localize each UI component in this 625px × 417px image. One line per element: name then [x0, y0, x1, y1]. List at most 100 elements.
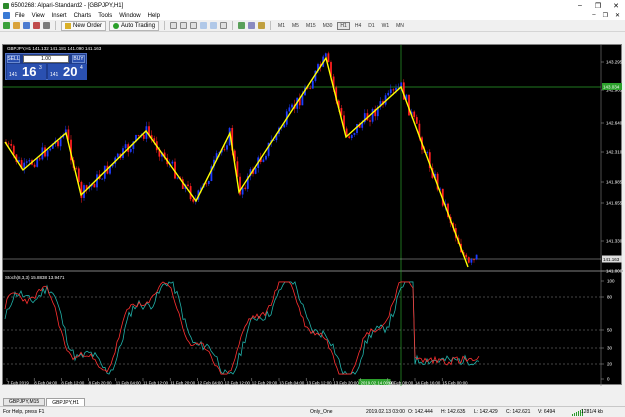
- close-button[interactable]: ✕: [607, 0, 625, 11]
- time-tick-label: 7 Feb 2019: [7, 381, 29, 386]
- tf-d1[interactable]: D1: [366, 23, 376, 29]
- candlestick-icon[interactable]: [180, 22, 188, 29]
- sell-price-pips: 16: [22, 64, 37, 79]
- navigator-icon[interactable]: [43, 22, 50, 29]
- time-tick-label: 12 Feb 20:00: [252, 381, 278, 386]
- tab-gbpjpy-m15[interactable]: GBPJPY,M15: [3, 398, 46, 406]
- menu-charts[interactable]: Charts: [74, 13, 99, 19]
- buy-price-box[interactable]: 141 20 4: [48, 64, 87, 80]
- candles-group: [5, 51, 478, 266]
- stoch-level-label: 80: [607, 295, 613, 300]
- tf-h1[interactable]: H1: [337, 21, 350, 30]
- candle-body: [7, 143, 10, 145]
- menu-help[interactable]: Help: [148, 13, 167, 19]
- menu-view[interactable]: View: [32, 13, 52, 19]
- period-icon[interactable]: [248, 22, 256, 29]
- new-order-button[interactable]: New Order: [61, 20, 107, 31]
- candle-body: [369, 120, 371, 122]
- maximize-button[interactable]: ❐: [589, 0, 607, 11]
- lot-size-input[interactable]: 1.00: [23, 55, 69, 63]
- line-chart-icon[interactable]: [190, 22, 198, 29]
- sell-price-box[interactable]: 141 16 3: [7, 64, 46, 80]
- data-window-icon[interactable]: [33, 22, 40, 29]
- candle-body: [475, 254, 478, 260]
- status-bar: For Help, press F1 Only_One 2019.02.13 0…: [0, 406, 625, 417]
- time-tick-label: 13 Feb 20:00: [333, 381, 359, 386]
- buy-button[interactable]: BUY: [72, 55, 85, 63]
- candle-body: [25, 161, 28, 163]
- time-tick-label: 13 Feb 12:00: [306, 381, 332, 386]
- child-close-button[interactable]: ✕: [615, 12, 620, 19]
- new-chart-icon[interactable]: [3, 22, 10, 29]
- status-low: L: 142.429: [474, 409, 498, 415]
- menu-insert[interactable]: Insert: [52, 13, 74, 19]
- stoch-signal-line: [4, 281, 480, 375]
- new-order-label: New Order: [73, 22, 103, 29]
- price-tick-label: 141.330: [606, 239, 623, 244]
- candle-body: [311, 80, 314, 89]
- tile-icon[interactable]: [220, 22, 228, 29]
- candle-body: [371, 109, 374, 122]
- price-chart[interactable]: 143.295142.965142.640142.310141.985141.6…: [3, 45, 623, 386]
- menu-window[interactable]: Window: [119, 13, 147, 19]
- candle-body: [116, 153, 119, 158]
- candle-body: [223, 149, 226, 151]
- tf-m15[interactable]: M15: [304, 23, 318, 29]
- tf-m30[interactable]: M30: [321, 23, 335, 29]
- stoch-main-line: [4, 281, 480, 375]
- time-tick-label: 12 Feb 04:00: [197, 381, 223, 386]
- profiles-icon[interactable]: [13, 22, 20, 29]
- zoom-out-icon[interactable]: [210, 22, 218, 29]
- buy-price-point: 4: [80, 65, 83, 71]
- child-minimize-button[interactable]: –: [592, 12, 595, 19]
- child-restore-button[interactable]: ❐: [603, 12, 608, 19]
- time-tick-label: 11 Feb 04:00: [116, 381, 142, 386]
- current-price-label: 143.034: [603, 85, 620, 90]
- tf-mn[interactable]: MN: [394, 23, 406, 29]
- stoch-level-label: 50: [607, 328, 613, 333]
- menu-tools[interactable]: Tools: [98, 13, 119, 19]
- time-tick-label: 8 Feb 20:00: [89, 381, 113, 386]
- zoom-in-icon[interactable]: [200, 22, 208, 29]
- candle-body: [395, 87, 397, 91]
- candle-body: [265, 155, 267, 160]
- candle-body: [470, 259, 473, 263]
- tf-m1[interactable]: M1: [276, 23, 287, 29]
- templates-icon[interactable]: [258, 22, 266, 29]
- tf-h4[interactable]: H4: [353, 23, 363, 29]
- candle-body: [291, 104, 293, 108]
- menu-file[interactable]: File: [15, 13, 32, 19]
- stochastic-label: Stoch(8,3,3) 15.8838 13.9471: [5, 275, 65, 280]
- market-watch-icon[interactable]: [23, 22, 30, 29]
- candle-body: [473, 259, 475, 261]
- candle-body: [93, 183, 96, 188]
- candle-body: [33, 164, 36, 167]
- time-tick-label: 12 Feb 12:00: [225, 381, 251, 386]
- tf-w1[interactable]: W1: [380, 23, 392, 29]
- candle-body: [96, 174, 98, 188]
- tf-m5[interactable]: M5: [290, 23, 301, 29]
- bar-chart-icon[interactable]: [170, 22, 178, 29]
- tab-gbpjpy-h1[interactable]: GBPJPY,H1: [46, 398, 86, 406]
- chart-window[interactable]: 143.295142.965142.640142.310141.985141.6…: [2, 44, 623, 386]
- minimize-button[interactable]: –: [571, 0, 589, 11]
- candle-body: [171, 161, 174, 164]
- document-icon[interactable]: [3, 12, 10, 19]
- toolbar-separator: [164, 21, 166, 30]
- toolbar-separator: [232, 21, 234, 30]
- price-tick-label: 141.655: [606, 201, 623, 206]
- time-tick-label: 13 Feb 04:00: [279, 381, 305, 386]
- candle-body: [49, 148, 52, 151]
- title-bar: 6500268: Alpari-Standard2 - [GBPJPY,H1] …: [0, 0, 625, 11]
- candle-body: [244, 187, 247, 189]
- sell-button[interactable]: SELL: [7, 55, 20, 63]
- sell-price-prefix: 141: [9, 72, 18, 78]
- time-tick-label: 14 Feb 08:00: [388, 381, 414, 386]
- auto-trading-button[interactable]: Auto Trading: [109, 20, 160, 31]
- sell-price-point: 3: [39, 65, 42, 71]
- candle-body: [28, 160, 31, 162]
- candle-body: [283, 124, 286, 128]
- indicators-icon[interactable]: [238, 22, 246, 29]
- candle-body: [327, 53, 330, 63]
- candle-body: [348, 136, 351, 139]
